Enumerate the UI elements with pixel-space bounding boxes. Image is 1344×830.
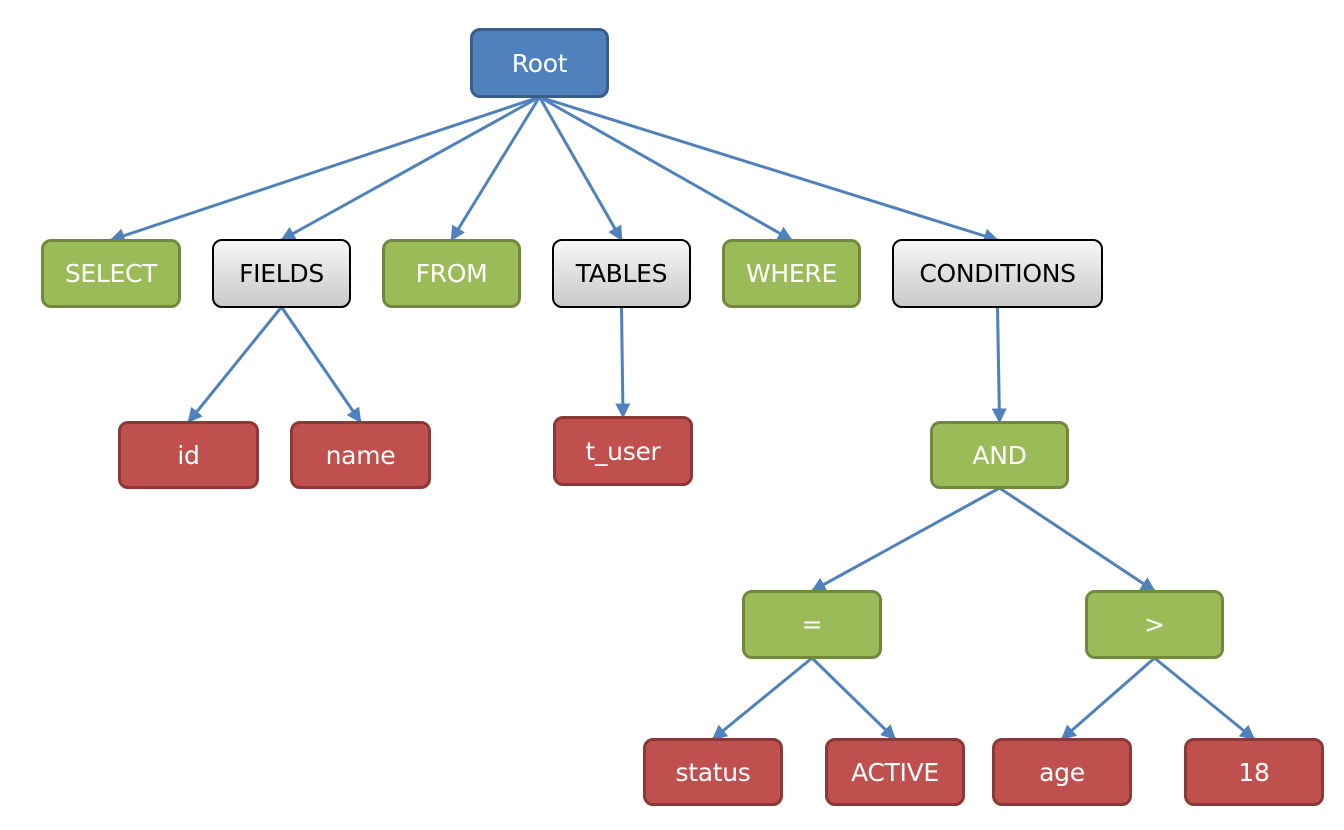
- edge-and-to-gt: [998, 486, 1156, 593]
- node-label: =: [801, 610, 823, 639]
- node-label: AND: [972, 440, 1027, 470]
- node-select: SELECT: [41, 239, 181, 308]
- node-label: id: [177, 440, 200, 470]
- node-active: ACTIVE: [825, 738, 965, 806]
- node-status: status: [643, 738, 783, 806]
- node-label: ACTIVE: [851, 757, 939, 787]
- edge-root-to-where: [538, 95, 793, 242]
- node-label: CONDITIONS: [919, 259, 1076, 288]
- edge-and-to-eq: [810, 486, 1001, 593]
- edge-root-to-fields: [280, 95, 541, 242]
- node-name: name: [290, 421, 431, 489]
- edge-tables-to-t_user: [615, 306, 631, 419]
- node-label: age: [1039, 757, 1085, 787]
- node-equals: =: [742, 590, 882, 659]
- node-label: WHERE: [746, 259, 837, 288]
- node-t-user: t_user: [553, 416, 693, 486]
- edge-root-to-select: [109, 95, 540, 243]
- node-conditions: CONDITIONS: [892, 239, 1103, 308]
- node-18: 18: [1184, 738, 1324, 806]
- node-label: FROM: [415, 259, 488, 288]
- node-label: 18: [1238, 757, 1270, 787]
- node-and: AND: [930, 421, 1069, 489]
- node-label: FIELDS: [239, 259, 324, 288]
- tree-edges: [109, 95, 1256, 741]
- node-from: FROM: [382, 239, 521, 308]
- edge-gt-to-age: [1060, 656, 1156, 741]
- edge-conditions-to-and: [991, 306, 1007, 424]
- edge-eq-to-active: [810, 656, 897, 741]
- node-tables: TABLES: [552, 239, 691, 308]
- node-where: WHERE: [722, 239, 861, 308]
- node-id: id: [118, 421, 259, 489]
- node-label: name: [325, 440, 396, 470]
- node-label: >: [1144, 610, 1165, 639]
- node-root: Root: [470, 28, 609, 98]
- edge-fields-to-id: [187, 306, 283, 424]
- edge-gt-to-eighteen: [1153, 656, 1256, 741]
- edge-fields-to-name: [280, 306, 362, 424]
- node-label: t_user: [585, 436, 661, 466]
- node-label: TABLES: [575, 259, 668, 288]
- edge-eq-to-status: [711, 656, 813, 741]
- node-age: age: [992, 738, 1132, 806]
- node-label: Root: [511, 48, 568, 78]
- node-label: SELECT: [64, 259, 158, 288]
- edge-root-to-from: [450, 96, 541, 242]
- node-label: status: [675, 757, 751, 787]
- node-fields: FIELDS: [212, 239, 351, 308]
- node-greater-than: >: [1085, 590, 1224, 659]
